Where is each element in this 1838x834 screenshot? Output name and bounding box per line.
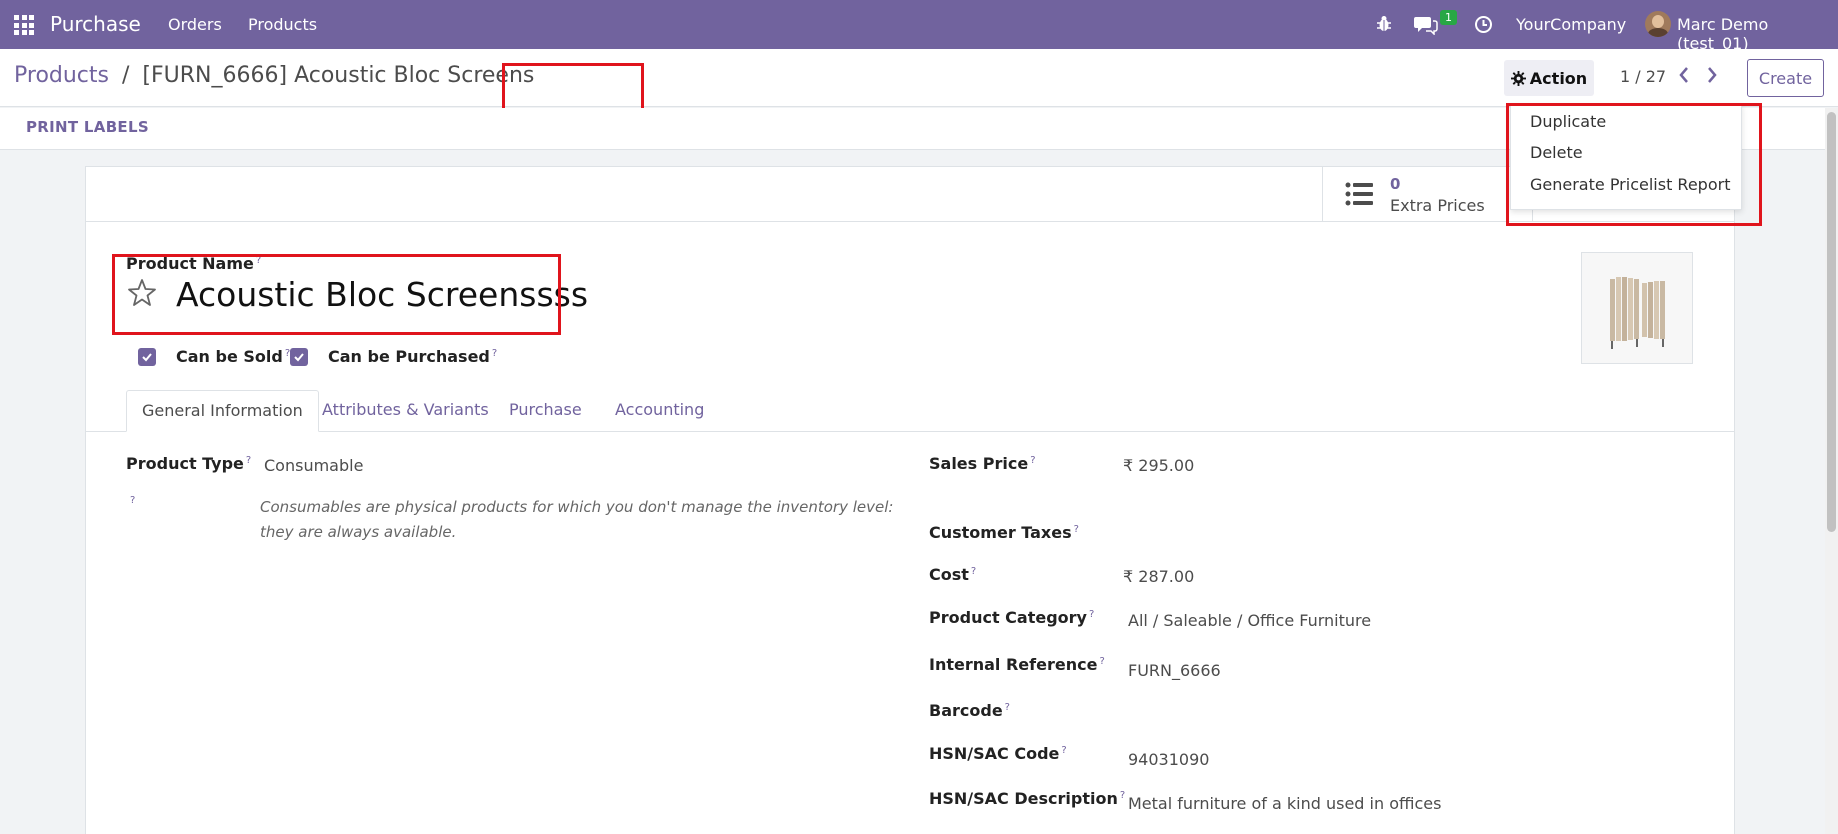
highlight-box-action-menu — [1506, 103, 1762, 226]
help-icon[interactable]: ? — [1030, 455, 1035, 466]
help-icon[interactable]: ? — [492, 348, 497, 359]
product-type-help-text: Consumables are physical products for wh… — [260, 498, 894, 541]
notebook-tabs: General Information Attributes & Variant… — [86, 390, 1734, 432]
product-type-label: Product Type? — [126, 454, 251, 473]
product-photo — [1610, 277, 1665, 349]
checkmark-icon — [142, 353, 152, 362]
user-avatar[interactable] — [1645, 11, 1671, 37]
help-icon[interactable]: ? — [1005, 702, 1010, 713]
internal-reference-input[interactable]: FURN_6666 — [1128, 661, 1221, 680]
customer-taxes-label-text: Customer Taxes — [929, 523, 1072, 542]
help-icon[interactable]: ? — [1120, 790, 1125, 801]
help-icon[interactable]: ? — [246, 455, 251, 466]
breadcrumb-separator: / — [122, 63, 130, 88]
product-image[interactable] — [1581, 252, 1693, 364]
menu-orders[interactable]: Orders — [168, 15, 222, 34]
help-icon[interactable]: ? — [1074, 524, 1079, 535]
activity-clock-icon[interactable] — [1474, 15, 1493, 34]
chat-count-badge: 1 — [1440, 10, 1457, 25]
hsn-description-label: HSN/SAC Description? — [929, 789, 1125, 808]
create-button[interactable]: Create — [1747, 59, 1824, 97]
cost-input[interactable]: ₹ 287.00 — [1123, 567, 1194, 586]
product-type-label-text: Product Type — [126, 454, 244, 473]
cost-label: Cost? — [929, 565, 976, 584]
can-be-purchased-checkbox[interactable] — [290, 348, 308, 366]
can-be-sold-checkbox[interactable] — [138, 348, 156, 366]
chat-icon[interactable] — [1414, 15, 1438, 35]
help-icon[interactable]: ? — [130, 495, 135, 506]
product-type-select[interactable]: Consumable — [264, 456, 363, 475]
smart-button-box: 0 Extra Prices — [86, 167, 1734, 222]
pager-next-icon[interactable] — [1706, 66, 1718, 84]
apps-menu-icon[interactable] — [14, 15, 34, 35]
product-category-select[interactable]: All / Saleable / Office Furniture — [1128, 611, 1371, 630]
extra-prices-button[interactable]: 0 Extra Prices — [1322, 167, 1532, 222]
breadcrumb-current: [FURN_6666] Acoustic Bloc Screens — [142, 63, 535, 88]
list-icon — [1345, 182, 1373, 206]
pager-value[interactable]: 1 / 27 — [1620, 67, 1666, 86]
help-icon[interactable]: ? — [971, 566, 976, 577]
hsn-description-input[interactable]: Metal furniture of a kind used in office… — [1128, 794, 1441, 813]
print-labels-button[interactable]: PRINT LABELS — [26, 118, 149, 136]
help-icon[interactable]: ? — [1089, 609, 1094, 620]
customer-taxes-input[interactable] — [1123, 523, 1423, 545]
tab-accounting[interactable]: Accounting — [600, 390, 719, 432]
can-be-sold-label-text: Can be Sold — [176, 347, 283, 366]
can-be-purchased-label-text: Can be Purchased — [328, 347, 490, 366]
tab-purchase[interactable]: Purchase — [494, 390, 597, 432]
tab-general-information[interactable]: General Information — [126, 390, 319, 432]
hsn-code-input[interactable]: 94031090 — [1128, 750, 1209, 769]
breadcrumb: Products / [FURN_6666] Acoustic Bloc Scr… — [14, 63, 534, 88]
highlight-box-product-name — [112, 254, 561, 335]
can-be-purchased-label: Can be Purchased? — [328, 347, 497, 366]
barcode-label: Barcode? — [929, 701, 1010, 720]
hsn-code-label: HSN/SAC Code? — [929, 744, 1067, 763]
highlight-box-breadcrumb — [502, 63, 644, 111]
checkmark-icon — [294, 353, 304, 362]
extra-prices-label: Extra Prices — [1390, 196, 1485, 215]
sales-price-label-text: Sales Price — [929, 454, 1029, 473]
internal-reference-label: Internal Reference? — [929, 655, 1105, 674]
help-icon[interactable]: ? — [1099, 656, 1104, 667]
customer-taxes-label: Customer Taxes? — [929, 523, 1079, 542]
scrollbar-thumb[interactable] — [1827, 112, 1836, 532]
internal-reference-label-text: Internal Reference — [929, 655, 1098, 674]
product-category-label-text: Product Category — [929, 608, 1087, 627]
action-label: Action — [1529, 68, 1588, 88]
pager-previous-icon[interactable] — [1678, 66, 1690, 84]
cost-label-text: Cost — [929, 565, 969, 584]
page-scrollbar[interactable] — [1825, 108, 1838, 834]
can-be-sold-label: Can be Sold? — [176, 347, 290, 366]
barcode-input[interactable] — [1128, 701, 1428, 723]
sales-price-input[interactable]: ₹ 295.00 — [1123, 456, 1194, 475]
sales-price-label: Sales Price? — [929, 454, 1036, 473]
hsn-code-label-text: HSN/SAC Code — [929, 744, 1060, 763]
breadcrumb-products-link[interactable]: Products — [14, 63, 109, 88]
product-category-label: Product Category? — [929, 608, 1094, 627]
hsn-description-label-text: HSN/SAC Description — [929, 789, 1118, 808]
tab-attributes-variants[interactable]: Attributes & Variants — [307, 390, 504, 432]
app-brand[interactable]: Purchase — [50, 12, 141, 36]
menu-products[interactable]: Products — [248, 15, 317, 34]
company-switcher[interactable]: YourCompany — [1516, 15, 1626, 34]
help-icon[interactable]: ? — [1061, 745, 1066, 756]
action-menu-button[interactable]: Action — [1504, 60, 1594, 96]
gear-icon — [1510, 70, 1526, 86]
top-navbar: Purchase Orders Products 1 YourCompany M… — [0, 0, 1838, 53]
barcode-label-text: Barcode — [929, 701, 1003, 720]
debug-bug-icon[interactable] — [1376, 15, 1392, 33]
user-menu[interactable]: Marc Demo (test_01) — [1677, 15, 1838, 53]
extra-prices-count: 0 — [1390, 175, 1401, 193]
